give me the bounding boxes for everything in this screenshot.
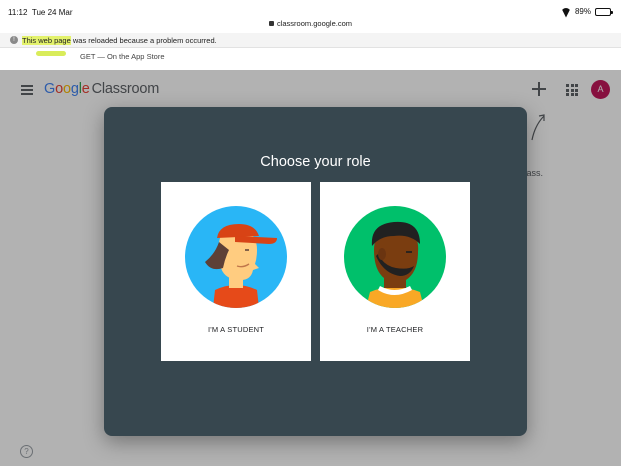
status-time: 11:12 Tue 24 Mar bbox=[8, 8, 73, 17]
app-store-banner[interactable]: GET — On the App Store bbox=[0, 48, 621, 70]
choose-role-dialog: Choose your role I'M A STUDENT I'M A TEA… bbox=[104, 107, 527, 436]
battery-percent: 89% bbox=[574, 7, 591, 16]
status-bar: 11:12 Tue 24 Mar classroom.google.com 89… bbox=[0, 0, 621, 30]
teacher-role-button[interactable]: I'M A TEACHER bbox=[320, 182, 470, 361]
reload-notice: ! This web page was reloaded because a p… bbox=[0, 33, 621, 48]
address-url: classroom.google.com bbox=[276, 19, 353, 28]
student-role-label: I'M A STUDENT bbox=[207, 325, 265, 334]
teacher-illustration bbox=[344, 206, 446, 308]
student-role-button[interactable]: I'M A STUDENT bbox=[161, 182, 311, 361]
dialog-title: Choose your role bbox=[260, 154, 371, 170]
banner-highlight bbox=[36, 51, 66, 56]
student-illustration bbox=[185, 206, 287, 308]
teacher-role-label: I'M A TEACHER bbox=[366, 325, 424, 334]
status-indicators: 89% bbox=[561, 7, 613, 16]
reload-notice-highlight: This web page bbox=[22, 36, 71, 45]
reload-notice-text: This web page was reloaded because a pro… bbox=[22, 36, 217, 45]
status-date: Tue 24 Mar bbox=[31, 8, 73, 17]
app-store-get-link[interactable]: GET — On the App Store bbox=[80, 52, 165, 61]
reload-info-icon: ! bbox=[10, 36, 18, 44]
battery-icon bbox=[595, 7, 613, 16]
reload-notice-rest: was reloaded because a problem occurred. bbox=[70, 36, 217, 45]
status-time-value: 11:12 bbox=[8, 8, 28, 17]
address-bar[interactable]: classroom.google.com bbox=[0, 19, 621, 28]
lock-icon bbox=[268, 21, 274, 26]
wifi-icon bbox=[561, 8, 571, 16]
